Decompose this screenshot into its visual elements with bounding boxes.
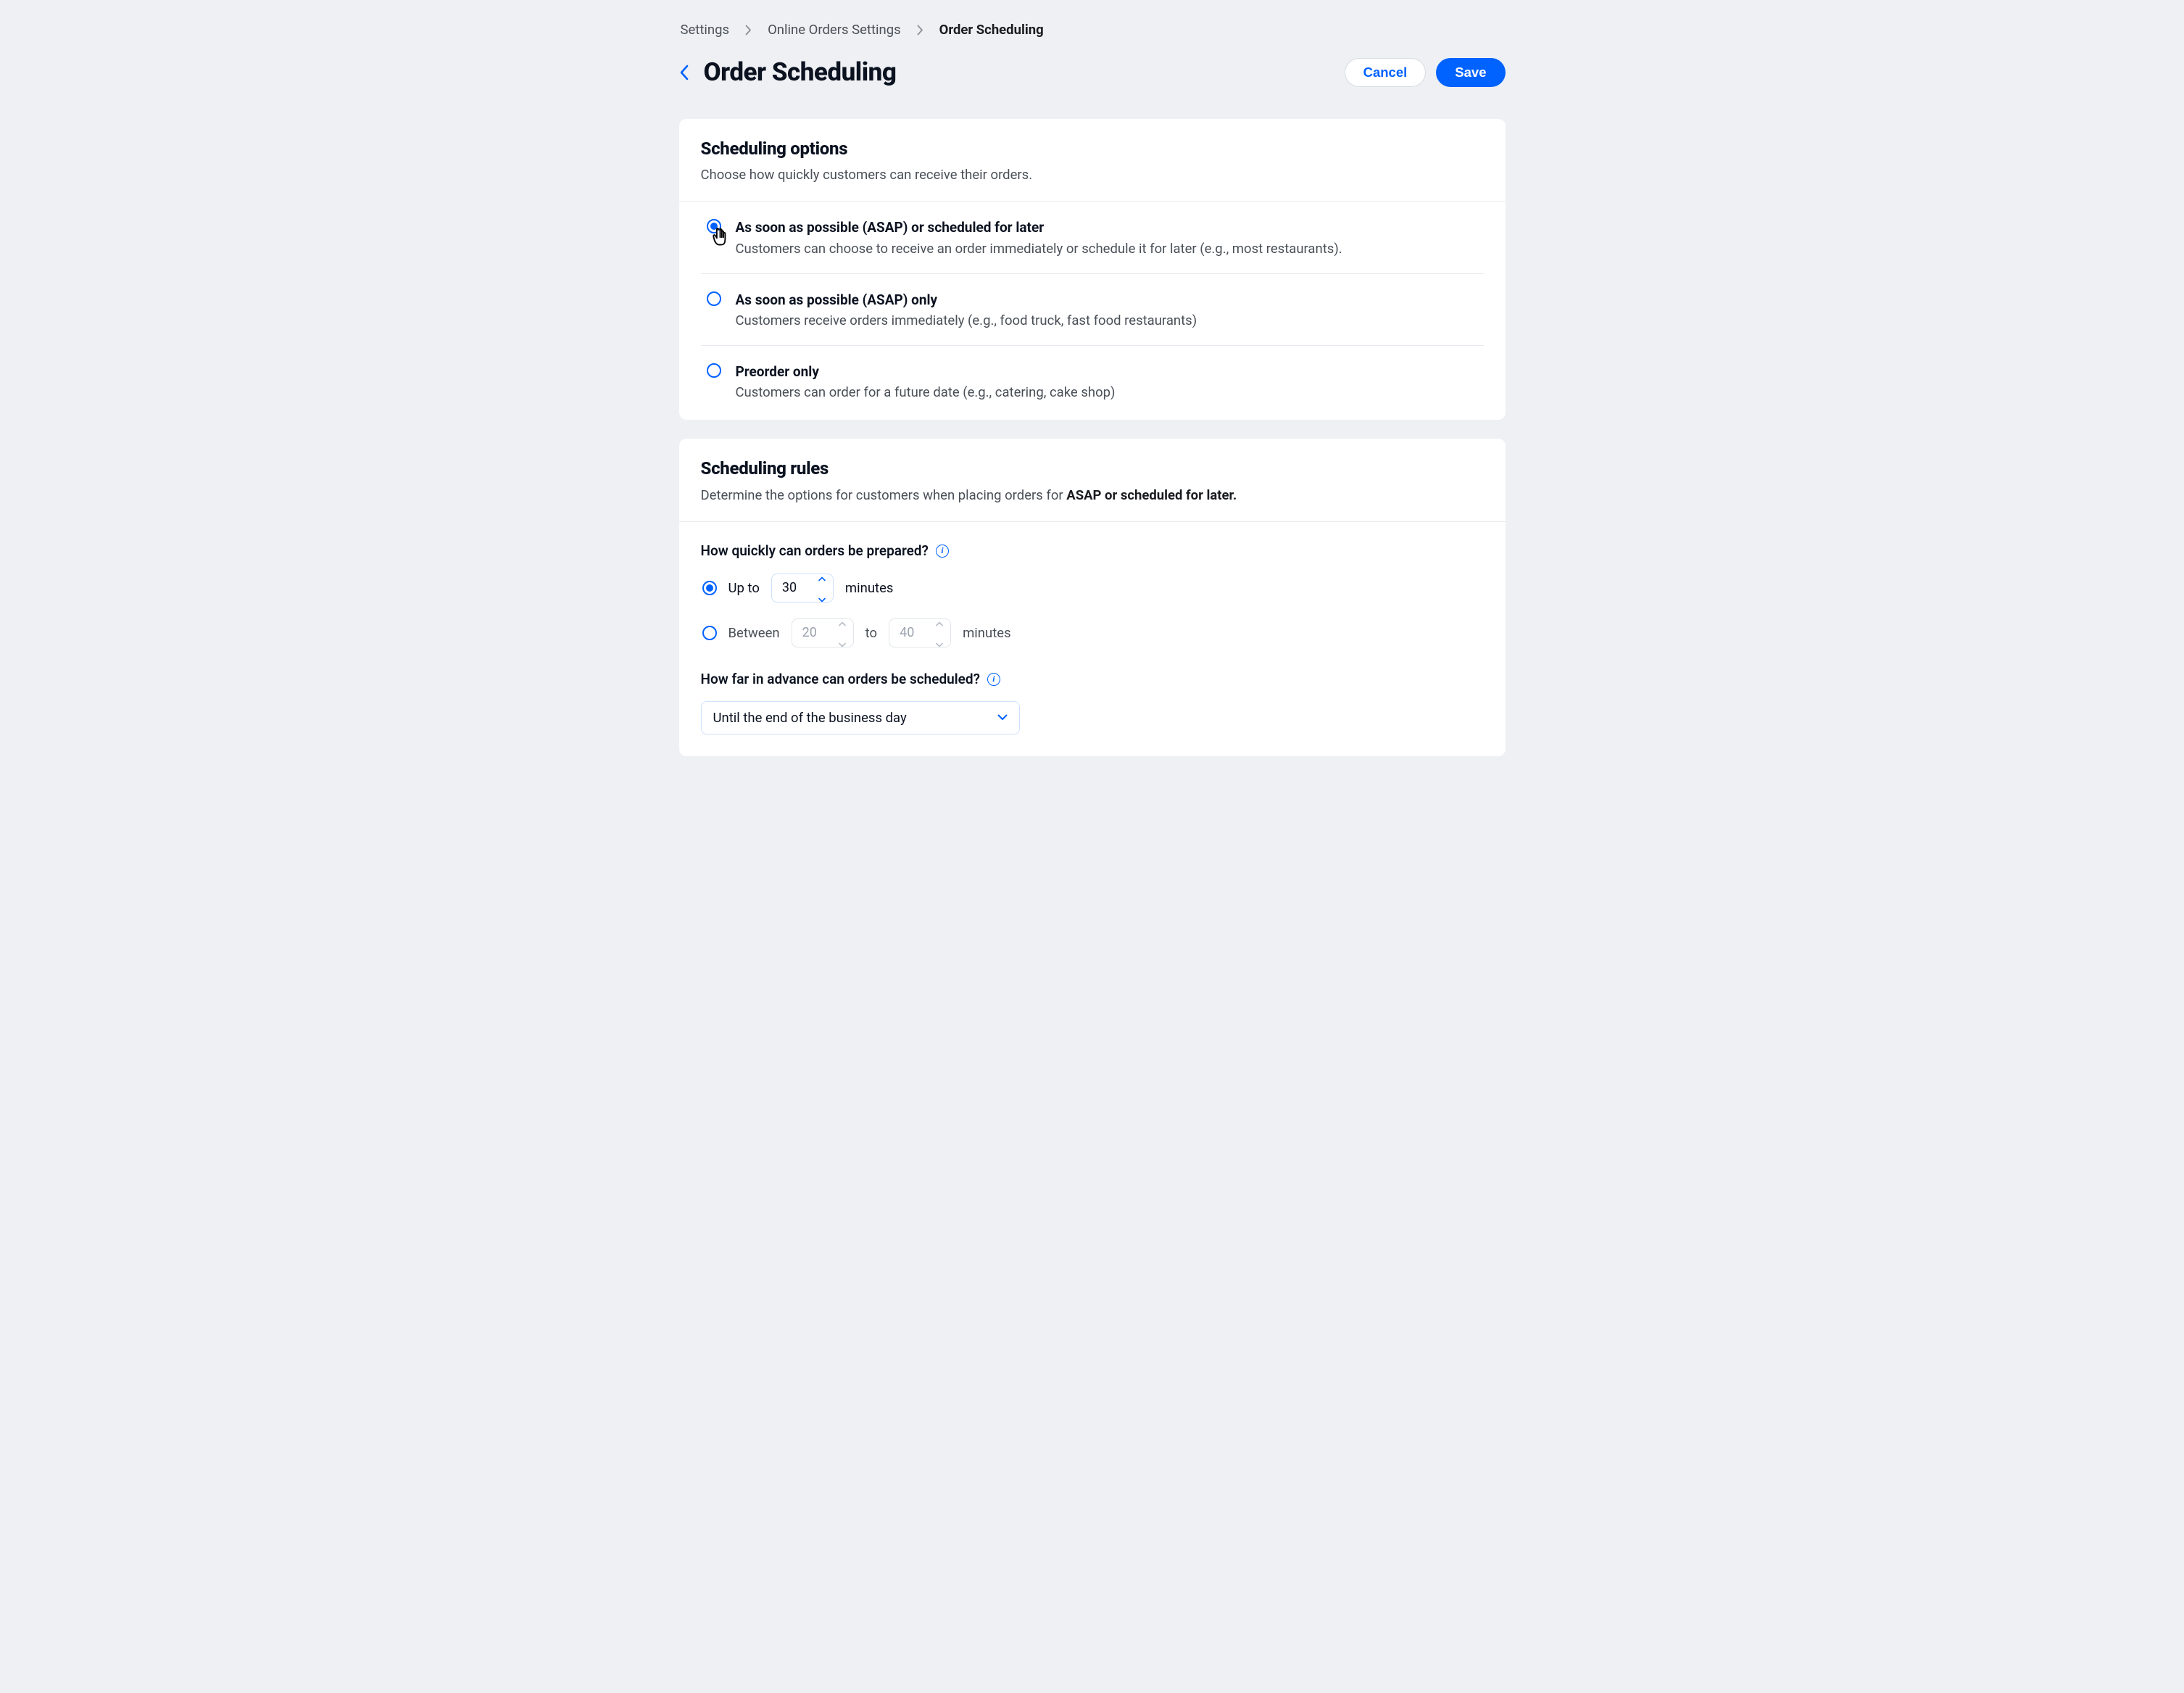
page-header: Order Scheduling Cancel Save <box>679 54 1506 91</box>
chevron-down-icon[interactable] <box>839 634 846 653</box>
chevron-right-icon <box>917 25 923 36</box>
page-title: Order Scheduling <box>704 54 897 91</box>
scheduling-options-card: Scheduling options Choose how quickly cu… <box>679 119 1506 421</box>
info-icon[interactable]: i <box>987 673 1000 686</box>
option-description: Customers can choose to receive an order… <box>736 239 1342 259</box>
upto-label: Up to <box>728 579 760 598</box>
advance-schedule-select[interactable]: Until the end of the business day <box>701 701 1020 734</box>
info-icon[interactable]: i <box>936 545 949 558</box>
card-subtitle: Determine the options for customers when… <box>701 486 1484 505</box>
back-button[interactable] <box>679 64 689 81</box>
breadcrumb: Settings Online Orders Settings Order Sc… <box>679 20 1506 40</box>
prep-option-between[interactable]: Between 20 to 40 minutes <box>701 618 1484 647</box>
prep-option-upto[interactable]: Up to 30 minutes <box>701 574 1484 603</box>
between-low-stepper[interactable]: 20 <box>792 618 854 647</box>
breadcrumb-current: Order Scheduling <box>939 20 1044 40</box>
chevron-up-icon[interactable] <box>936 613 943 632</box>
upto-unit: minutes <box>845 579 894 598</box>
scheduling-option-asap-or-later[interactable]: As soon as possible (ASAP) or scheduled … <box>701 202 1484 273</box>
chevron-down-icon[interactable] <box>936 634 943 653</box>
radio-unselected-icon <box>702 626 717 640</box>
option-title: As soon as possible (ASAP) only <box>736 290 1197 310</box>
select-value: Until the end of the business day <box>713 708 907 728</box>
scheduling-rules-card: Scheduling rules Determine the options f… <box>679 439 1506 756</box>
radio-unselected-icon <box>707 291 721 306</box>
breadcrumb-online-orders-settings[interactable]: Online Orders Settings <box>768 20 901 40</box>
scheduling-option-asap-only[interactable]: As soon as possible (ASAP) only Customer… <box>701 274 1484 346</box>
between-unit: minutes <box>963 624 1011 643</box>
radio-unselected-icon <box>707 363 721 378</box>
radio-selected-icon <box>707 219 721 233</box>
option-title: As soon as possible (ASAP) or scheduled … <box>736 218 1342 238</box>
upto-minutes-stepper[interactable]: 30 <box>771 574 834 603</box>
radio-selected-icon <box>702 581 717 595</box>
chevron-down-icon <box>997 714 1008 721</box>
chevron-up-icon[interactable] <box>818 568 826 587</box>
save-button[interactable]: Save <box>1436 58 1505 87</box>
chevron-right-icon <box>745 25 752 36</box>
card-subtitle: Choose how quickly customers can receive… <box>701 165 1484 185</box>
chevron-up-icon[interactable] <box>839 613 846 632</box>
breadcrumb-settings[interactable]: Settings <box>681 20 730 40</box>
chevron-down-icon[interactable] <box>818 589 826 608</box>
cancel-button[interactable]: Cancel <box>1345 58 1427 87</box>
between-high-stepper[interactable]: 40 <box>889 618 951 647</box>
option-description: Customers can order for a future date (e… <box>736 383 1116 402</box>
scheduling-option-preorder-only[interactable]: Preorder only Customers can order for a … <box>701 346 1484 420</box>
prep-time-question: How quickly can orders be prepared? i <box>701 541 1484 561</box>
advance-schedule-question: How far in advance can orders be schedul… <box>701 669 1484 690</box>
between-to: to <box>865 624 877 643</box>
card-title: Scheduling rules <box>701 456 1484 481</box>
option-title: Preorder only <box>736 362 1116 382</box>
option-description: Customers receive orders immediately (e.… <box>736 311 1197 331</box>
card-title: Scheduling options <box>701 136 1484 162</box>
between-label: Between <box>728 624 780 643</box>
